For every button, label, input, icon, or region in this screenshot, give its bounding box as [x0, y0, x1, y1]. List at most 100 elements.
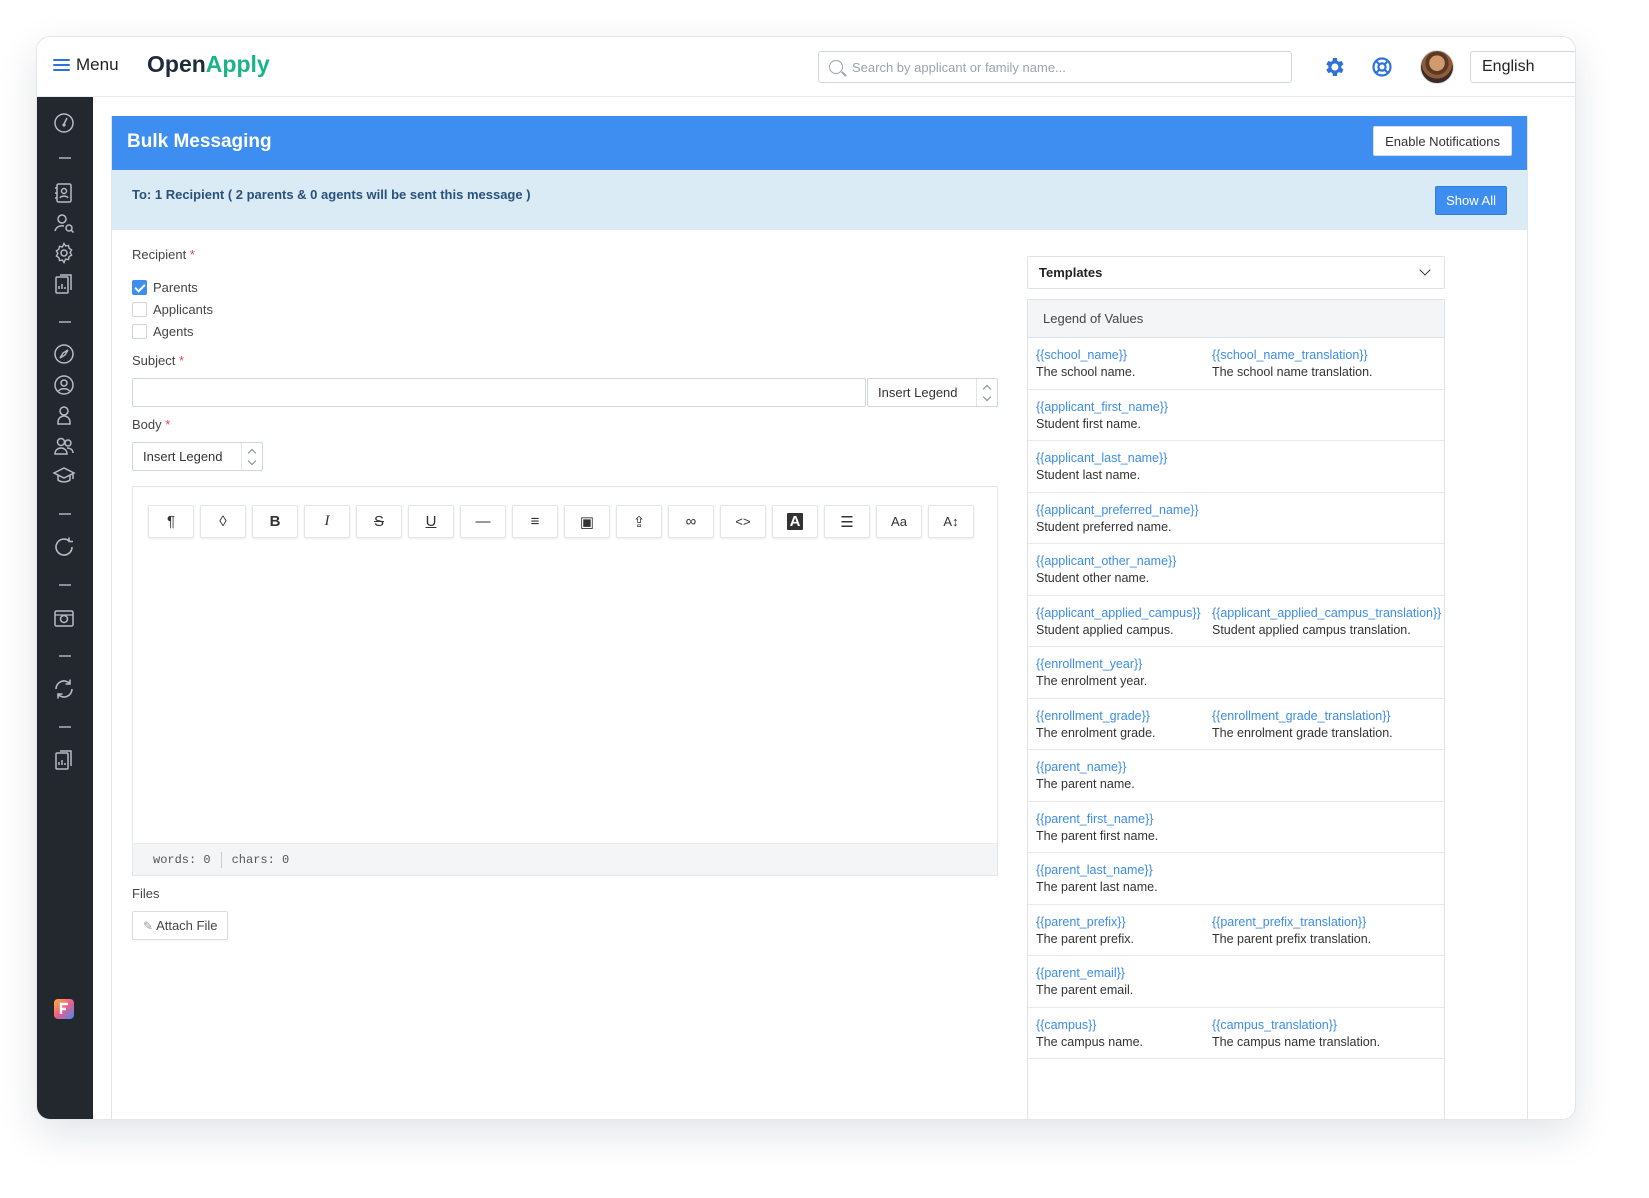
legend-cell: {{parent_last_name}} The parent last name… — [1036, 862, 1158, 896]
legend-cell: {{school_name_translation}} The school na… — [1212, 347, 1373, 381]
enable-notifications-button[interactable]: Enable Notifications — [1373, 126, 1512, 156]
legend-variable-link[interactable]: {{applicant_applied_campus_translation}} — [1212, 605, 1441, 622]
panel-header: Bulk Messaging Enable Notifications — [112, 116, 1527, 170]
person-icon[interactable] — [52, 403, 76, 427]
search-box[interactable] — [818, 51, 1292, 83]
line-height-icon[interactable]: A↕ — [928, 505, 974, 538]
body-label: Body * — [132, 417, 170, 432]
text-color-icon[interactable]: A — [772, 505, 818, 538]
compass-icon[interactable] — [52, 342, 76, 366]
align-icon[interactable]: ☰ — [824, 505, 870, 538]
dashboard-gauge-icon[interactable] — [52, 111, 76, 135]
legend-variable-description: Student applied campus translation. — [1212, 622, 1411, 637]
bullet-list-icon[interactable]: ≡ — [512, 505, 558, 538]
legend-variable-description: The enrolment grade translation. — [1212, 725, 1393, 740]
required-mark: * — [179, 353, 185, 368]
legend-variable-link[interactable]: {{parent_last_name}} — [1036, 862, 1158, 879]
font-size-icon[interactable]: Aa — [876, 505, 922, 538]
code-icon[interactable]: <> — [720, 505, 766, 538]
legend-variable-description: The parent first name. — [1036, 828, 1159, 843]
app-brand-icon[interactable] — [52, 997, 76, 1021]
analytics-report-icon[interactable] — [52, 748, 76, 772]
checkbox-checked-icon[interactable] — [132, 280, 147, 295]
recipient-applicants-checkbox[interactable]: Applicants — [132, 302, 213, 317]
legend-variable-link[interactable]: {{campus}} — [1036, 1017, 1143, 1034]
logo-text-open: Open — [147, 51, 206, 77]
legend-variable-description: Student last name. — [1036, 468, 1141, 482]
legend-variable-link[interactable]: {{parent_prefix_translation}} — [1212, 914, 1371, 931]
legend-variable-link[interactable]: {{enrollment_grade_translation}} — [1212, 708, 1393, 725]
legend-variable-link[interactable]: {{applicant_applied_campus}} — [1036, 605, 1201, 622]
attach-file-label: Attach File — [156, 918, 218, 933]
bold-icon[interactable]: B — [252, 505, 298, 538]
user-search-icon[interactable] — [52, 211, 76, 235]
attach-file-button[interactable]: ✎ Attach File — [132, 911, 229, 940]
legend-cell: {{parent_prefix_translation}} The parent … — [1212, 914, 1371, 948]
camera-icon[interactable] — [52, 606, 76, 630]
applications-icon[interactable] — [52, 181, 76, 205]
sidebar — [37, 97, 93, 1119]
strikethrough-icon[interactable]: S — [356, 505, 402, 538]
recipient-agents-checkbox[interactable]: Agents — [132, 324, 193, 339]
word-char-counter: words: 0 chars: 0 — [133, 843, 997, 875]
required-mark: * — [189, 247, 195, 262]
link-icon[interactable]: ∞ — [668, 505, 714, 538]
image-icon[interactable]: ▣ — [564, 505, 610, 538]
settings-icon[interactable] — [52, 241, 76, 265]
horizontal-rule-icon[interactable]: — — [460, 505, 506, 538]
legend-variable-link[interactable]: {{enrollment_grade}} — [1036, 708, 1156, 725]
legend-row: {{campus}} The campus name. {{campus_trans… — [1028, 1008, 1444, 1059]
italic-icon[interactable]: I — [304, 505, 350, 538]
settings-gear-icon[interactable] — [1322, 55, 1346, 79]
legend-row: {{enrollment_grade}} The enrolment grade.… — [1028, 699, 1444, 750]
legend-variable-link[interactable]: {{applicant_first_name}} — [1036, 399, 1168, 416]
legend-variable-link[interactable]: {{parent_first_name}} — [1036, 811, 1158, 828]
legend-variable-link[interactable]: {{applicant_other_name}} — [1036, 553, 1176, 570]
legend-cell: {{campus}} The campus name. — [1036, 1017, 1143, 1051]
legend-variable-link[interactable]: {{parent_prefix}} — [1036, 914, 1134, 931]
legend-cell: {{applicant_applied_campus_translation}}… — [1212, 605, 1441, 639]
legend-variable-description: Student applied campus. — [1036, 622, 1174, 637]
paragraph-icon[interactable]: ¶ — [148, 505, 194, 538]
checkbox-unchecked-icon[interactable] — [132, 302, 147, 317]
recipient-parents-checkbox[interactable]: Parents — [132, 280, 198, 295]
refresh-icon[interactable] — [52, 535, 76, 559]
sync-icon[interactable] — [52, 677, 76, 701]
text-color-glyph: A — [786, 513, 804, 530]
legend-row: {{parent_name}} The parent name. — [1028, 750, 1444, 802]
profile-circle-icon[interactable] — [52, 373, 76, 397]
openapply-logo[interactable]: OpenApply — [147, 51, 270, 78]
checkbox-unchecked-icon[interactable] — [132, 324, 147, 339]
subject-input[interactable] — [132, 378, 866, 407]
subject-insert-legend-select[interactable]: Insert Legend — [867, 378, 998, 407]
legend-variable-link[interactable]: {{applicant_last_name}} — [1036, 450, 1167, 467]
legend-variable-link[interactable]: {{parent_name}} — [1036, 759, 1135, 776]
language-select[interactable]: English — [1470, 51, 1575, 83]
legend-variable-link[interactable]: {{school_name_translation}} — [1212, 347, 1373, 364]
graduation-cap-icon[interactable] — [52, 464, 76, 488]
upload-icon[interactable]: ⇪ — [616, 505, 662, 538]
reports-icon[interactable] — [52, 272, 76, 296]
search-icon — [829, 60, 843, 74]
legend-variable-link[interactable]: {{enrollment_year}} — [1036, 656, 1147, 673]
templates-dropdown[interactable]: Templates — [1027, 256, 1445, 289]
recipient-option-label: Parents — [153, 280, 198, 295]
legend-cell: {{enrollment_year}} The enrolment year. — [1036, 656, 1147, 690]
legend-row: {{school_name}} The school name. {{school_… — [1028, 338, 1444, 390]
legend-variable-link[interactable]: {{parent_email}} — [1036, 965, 1133, 982]
underline-icon[interactable]: U — [408, 505, 454, 538]
user-avatar[interactable] — [1420, 50, 1454, 84]
menu-button[interactable]: Menu — [53, 55, 119, 75]
color-drop-icon[interactable]: ◊ — [200, 505, 246, 538]
legend-variable-link[interactable]: {{campus_translation}} — [1212, 1017, 1380, 1034]
subject-label-text: Subject — [132, 353, 176, 368]
legend-variable-link[interactable]: {{school_name}} — [1036, 347, 1135, 364]
show-all-button[interactable]: Show All — [1435, 186, 1507, 215]
legend-variable-link[interactable]: {{applicant_preferred_name}} — [1036, 502, 1199, 519]
message-body-editor[interactable] — [133, 549, 997, 843]
search-input[interactable] — [852, 59, 1272, 75]
group-icon[interactable] — [52, 434, 76, 458]
body-insert-legend-select[interactable]: Insert Legend — [132, 442, 263, 471]
help-lifebuoy-icon[interactable] — [1370, 55, 1394, 79]
select-spinner-icon — [976, 379, 997, 406]
